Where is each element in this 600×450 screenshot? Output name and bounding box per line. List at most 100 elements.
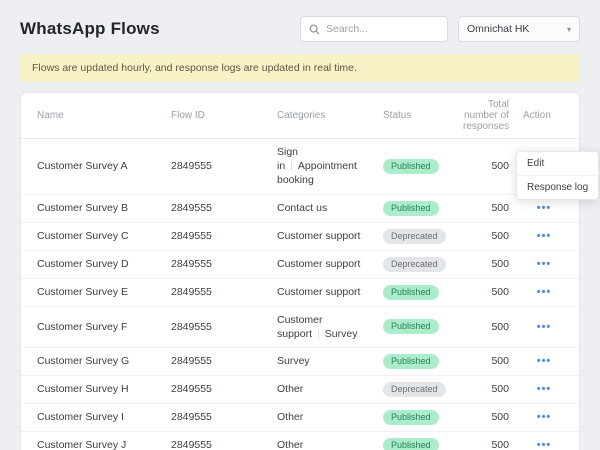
cell-flow-id: 2849555 <box>171 405 277 429</box>
status-badge: Deprecated <box>383 229 446 244</box>
status-badge: Deprecated <box>383 257 446 272</box>
column-header-flow-id: Flow ID <box>171 104 277 127</box>
search-input[interactable] <box>326 23 439 35</box>
cell-categories: Customer support <box>277 251 383 277</box>
category-label: Customer support <box>277 230 360 242</box>
category-label: Survey <box>277 355 310 367</box>
cell-categories: Survey <box>277 348 383 374</box>
status-badge: Published <box>383 438 439 450</box>
row-actions-button[interactable]: ••• <box>533 382 556 396</box>
cell-responses: 500 <box>463 280 523 304</box>
table-row: Customer Survey F 2849555 Customer suppo… <box>21 307 579 348</box>
cell-status: Deprecated <box>383 223 463 250</box>
cell-name: Customer Survey H <box>37 377 171 401</box>
table-row: Customer Survey C 2849555 Customer suppo… <box>21 223 579 251</box>
cell-categories: Sign in|Appointment booking <box>277 139 383 194</box>
category-label: Appointment booking <box>277 160 357 186</box>
cell-action: ••• <box>523 348 565 374</box>
cell-flow-id: 2849555 <box>171 280 277 304</box>
cell-action: ••• <box>523 314 565 340</box>
table-body: Customer Survey A 2849555 Sign in|Appoin… <box>21 139 579 450</box>
column-header-status: Status <box>383 104 463 127</box>
row-actions-button[interactable]: ••• <box>533 410 556 424</box>
cell-name: Customer Survey E <box>37 280 171 304</box>
table-row: Customer Survey I 2849555 Other Publishe… <box>21 404 579 432</box>
row-actions-button[interactable]: ••• <box>533 257 556 271</box>
status-badge: Published <box>383 285 439 300</box>
cell-flow-id: 2849555 <box>171 224 277 248</box>
cell-status: Published <box>383 279 463 306</box>
cell-action: ••• <box>523 404 565 430</box>
cell-name: Customer Survey C <box>37 224 171 248</box>
category-label: Other <box>277 383 303 395</box>
cell-responses: 500 <box>463 349 523 373</box>
row-actions-button[interactable]: ••• <box>533 320 556 334</box>
cell-flow-id: 2849555 <box>171 315 277 339</box>
cell-name: Customer Survey A <box>37 154 171 178</box>
cell-categories: Customer support <box>277 223 383 249</box>
category-label: Other <box>277 411 303 423</box>
category-label: Other <box>277 439 303 450</box>
cell-action: ••• <box>523 223 565 249</box>
category-label: Sign in <box>277 146 298 172</box>
table-row: Customer Survey G 2849555 Survey Publish… <box>21 348 579 376</box>
page-title: WhatsApp Flows <box>20 19 160 39</box>
status-badge: Published <box>383 319 439 334</box>
row-actions-button[interactable]: ••• <box>533 229 556 243</box>
status-badge: Published <box>383 410 439 425</box>
cell-categories: Other <box>277 376 383 402</box>
cell-responses: 500 <box>463 377 523 401</box>
cell-flow-id: 2849555 <box>171 377 277 401</box>
cell-name: Customer Survey I <box>37 405 171 429</box>
cell-responses: 500 <box>463 224 523 248</box>
category-divider: | <box>290 160 293 172</box>
cell-categories: Other <box>277 432 383 450</box>
table-row: Customer Survey B 2849555 Contact us Pub… <box>21 195 579 223</box>
chevron-down-icon: ▾ <box>567 25 571 34</box>
cell-status: Published <box>383 153 463 180</box>
info-banner-text: Flows are updated hourly, and response l… <box>32 62 357 74</box>
info-banner: Flows are updated hourly, and response l… <box>20 54 580 82</box>
column-header-responses: Total number of responses <box>463 93 523 138</box>
cell-name: Customer Survey J <box>37 433 171 450</box>
column-header-action: Action <box>523 104 565 127</box>
column-header-categories: Categories <box>277 104 383 127</box>
cell-responses: 500 <box>463 196 523 220</box>
cell-responses: 500 <box>463 315 523 339</box>
row-actions-button[interactable]: ••• <box>533 438 556 450</box>
cell-status: Published <box>383 195 463 222</box>
category-label: Contact us <box>277 202 327 214</box>
table-row: Customer Survey D 2849555 Customer suppo… <box>21 251 579 279</box>
menu-item-edit[interactable]: Edit <box>517 152 598 175</box>
cell-categories: Customer support|Survey <box>277 307 383 347</box>
search-icon <box>309 24 320 35</box>
row-actions-button[interactable]: ••• <box>533 354 556 368</box>
cell-categories: Contact us <box>277 195 383 221</box>
menu-item-response-log[interactable]: Response log <box>517 175 598 199</box>
cell-flow-id: 2849555 <box>171 433 277 450</box>
cell-status: Published <box>383 313 463 340</box>
cell-action: ••• <box>523 251 565 277</box>
row-actions-button[interactable]: ••• <box>533 201 556 215</box>
cell-action: ••• <box>523 432 565 450</box>
cell-flow-id: 2849555 <box>171 349 277 373</box>
cell-name: Customer Survey D <box>37 252 171 276</box>
table-row: Customer Survey H 2849555 Other Deprecat… <box>21 376 579 404</box>
cell-action: ••• <box>523 279 565 305</box>
org-selector[interactable]: Omnichat HK ▾ <box>458 16 580 42</box>
cell-flow-id: 2849555 <box>171 252 277 276</box>
cell-flow-id: 2849555 <box>171 196 277 220</box>
category-label: Customer support <box>277 286 360 298</box>
cell-flow-id: 2849555 <box>171 154 277 178</box>
category-label: Customer support <box>277 258 360 270</box>
cell-status: Published <box>383 432 463 450</box>
category-label: Customer support <box>277 314 323 340</box>
table-row: Customer Survey A 2849555 Sign in|Appoin… <box>21 139 579 195</box>
cell-status: Deprecated <box>383 251 463 278</box>
cell-name: Customer Survey G <box>37 349 171 373</box>
search-box[interactable] <box>300 16 448 42</box>
cell-action: ••• <box>523 376 565 402</box>
flows-table: Name Flow ID Categories Status Total num… <box>20 92 580 450</box>
row-actions-button[interactable]: ••• <box>533 285 556 299</box>
cell-name: Customer Survey B <box>37 196 171 220</box>
